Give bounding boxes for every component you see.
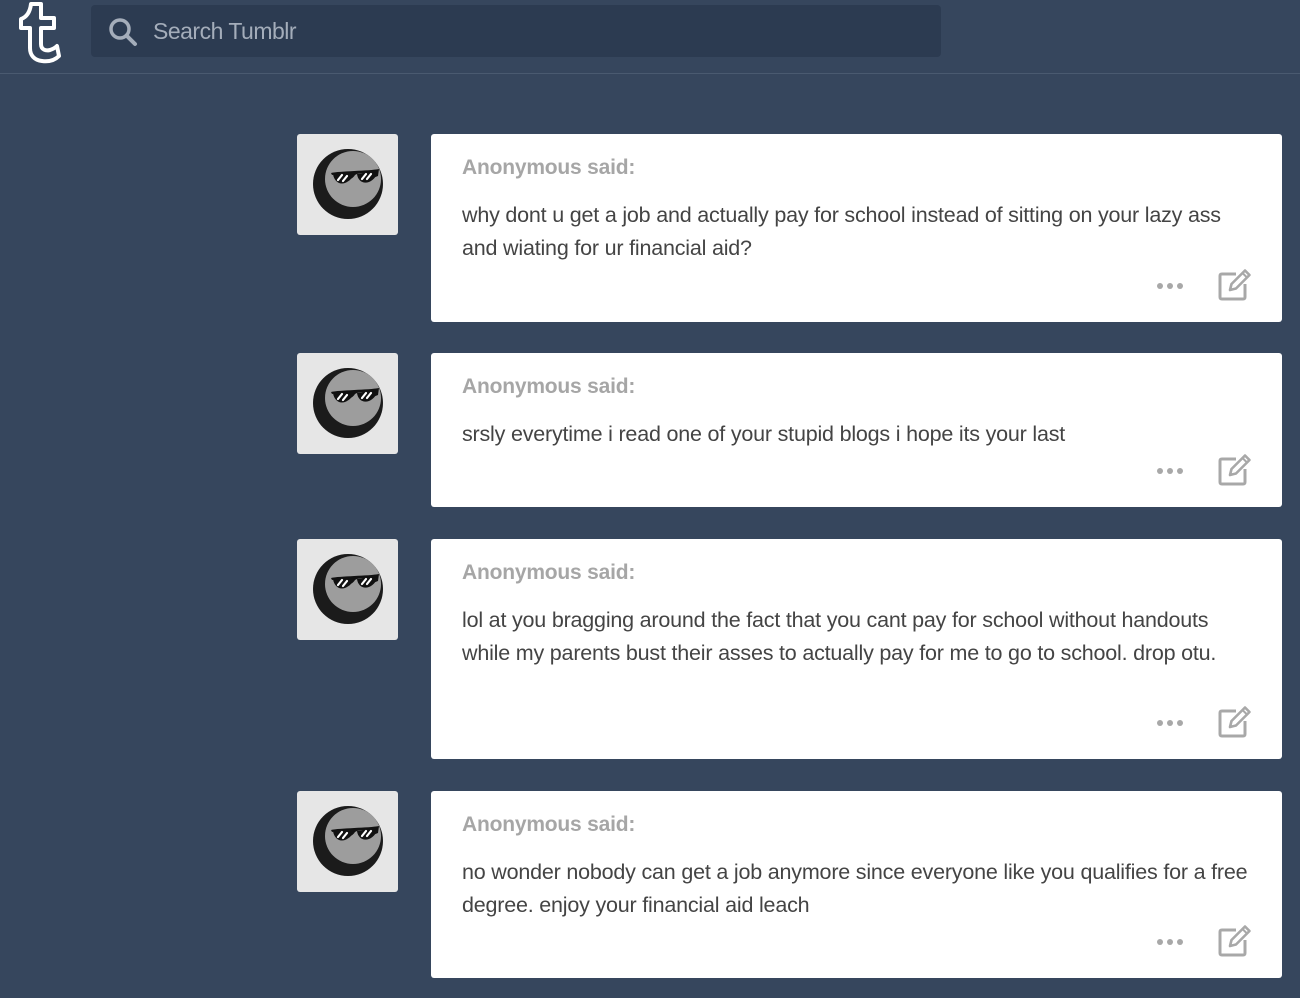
question-text: why dont u get a job and actually pay fo…: [462, 203, 1221, 260]
question-text: no wonder nobody can get a job anymore s…: [462, 860, 1248, 917]
search-icon[interactable]: [108, 17, 138, 47]
answer-edit-icon[interactable]: [1216, 452, 1252, 488]
question-text: srsly everytime i read one of your stupi…: [462, 422, 1066, 446]
answer-edit-icon[interactable]: [1216, 267, 1252, 303]
top-bar: [0, 0, 1300, 74]
more-options-icon[interactable]: [1155, 276, 1187, 296]
more-options-icon[interactable]: [1155, 932, 1187, 952]
asker-label: Anonymous said:: [462, 156, 636, 179]
question-text: lol at you bragging around the fact that…: [462, 608, 1217, 665]
tumblr-logo-icon[interactable]: [14, 0, 64, 64]
more-options-icon[interactable]: [1155, 713, 1187, 733]
asker-label: Anonymous said:: [462, 813, 636, 836]
anonymous-avatar[interactable]: [297, 134, 398, 235]
asker-label: Anonymous said:: [462, 561, 636, 584]
anonymous-avatar[interactable]: [297, 353, 398, 454]
ask-card: Anonymous said: no wonder nobody can get…: [431, 791, 1282, 978]
answer-edit-icon[interactable]: [1216, 704, 1252, 740]
ask-card: Anonymous said: lol at you bragging arou…: [431, 539, 1282, 759]
anonymous-avatar[interactable]: [297, 791, 398, 892]
asker-label: Anonymous said:: [462, 375, 636, 398]
search-input[interactable]: [153, 14, 923, 48]
answer-edit-icon[interactable]: [1216, 923, 1252, 959]
anonymous-avatar[interactable]: [297, 539, 398, 640]
ask-card: Anonymous said: srsly everytime i read o…: [431, 353, 1282, 507]
ask-card: Anonymous said: why dont u get a job and…: [431, 134, 1282, 322]
more-options-icon[interactable]: [1155, 461, 1187, 481]
